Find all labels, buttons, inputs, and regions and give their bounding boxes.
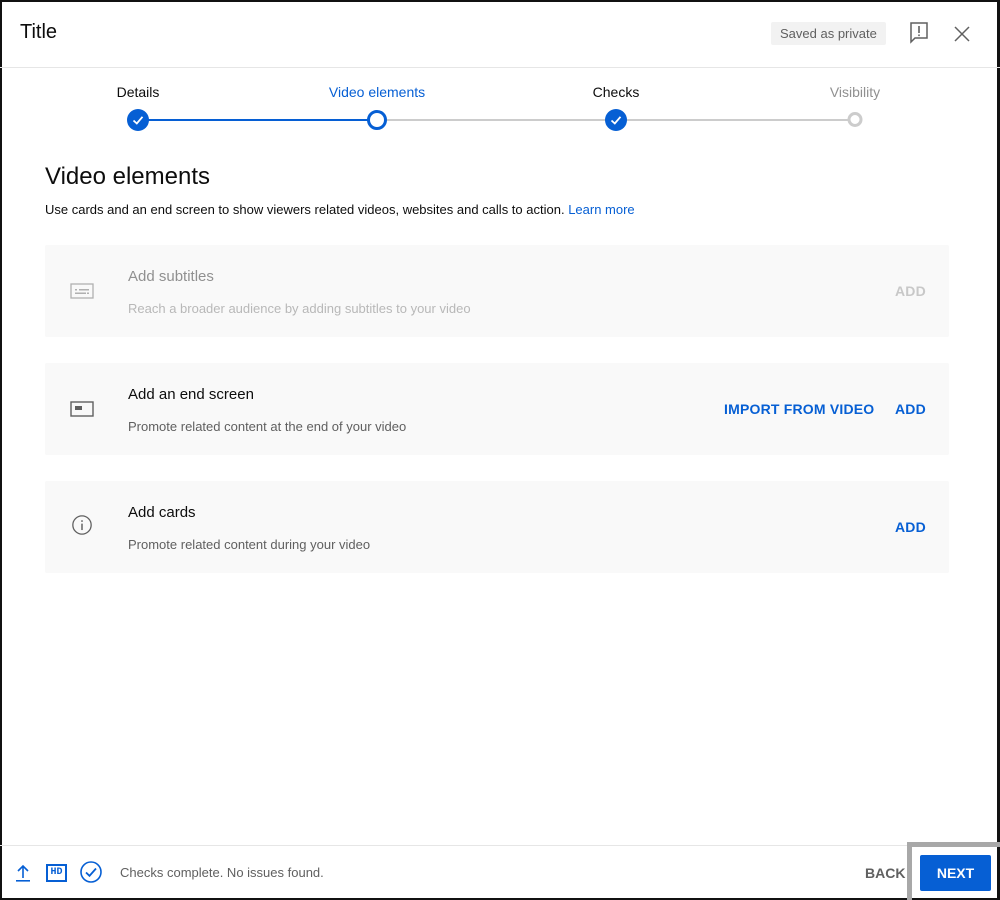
description-text: Use cards and an end screen to show view…: [45, 202, 565, 217]
step-dot-checks[interactable]: [605, 109, 627, 131]
card-title: Add subtitles: [128, 268, 214, 285]
step-dot-visibility[interactable]: [847, 112, 863, 127]
progress-stepper: Details Video elements Checks Visibility: [0, 68, 1000, 148]
saved-status-badge: Saved as private: [771, 22, 886, 45]
step-label-details[interactable]: Details: [117, 84, 160, 100]
step-dot-details[interactable]: [127, 109, 149, 131]
hd-icon: HD: [46, 864, 67, 882]
checks-status: Checks complete. No issues found.: [120, 865, 324, 880]
card-description: Reach a broader audience by adding subti…: [128, 301, 471, 316]
checkmark-icon: [132, 116, 144, 125]
subtitles-icon: [70, 283, 94, 299]
card-description: Promote related content at the end of yo…: [128, 419, 407, 434]
upload-icon: [16, 864, 30, 882]
step-label-checks[interactable]: Checks: [593, 84, 640, 100]
learn-more-link[interactable]: Learn more: [568, 202, 634, 217]
dialog-title: Title: [20, 21, 58, 43]
stepper-track-complete: [138, 119, 377, 121]
add-cards-button[interactable]: ADD: [895, 519, 926, 535]
back-button[interactable]: BACK: [865, 865, 905, 881]
add-end-screen-button[interactable]: ADD: [895, 401, 926, 417]
subtitles-card: Add subtitles Reach a broader audience b…: [45, 245, 949, 337]
step-dot-video-elements[interactable]: [367, 110, 387, 130]
step-label-visibility[interactable]: Visibility: [830, 84, 880, 100]
dialog-header: Title Saved as private: [0, 0, 1000, 68]
dialog-footer: HD Checks complete. No issues found. BAC…: [0, 842, 1000, 900]
feedback-icon[interactable]: [907, 20, 931, 46]
end-screen-card: Add an end screen Promote related conten…: [45, 363, 949, 455]
section-description: Use cards and an end screen to show view…: [45, 202, 635, 217]
checkmark-icon: [610, 116, 622, 125]
card-description: Promote related content during your vide…: [128, 537, 371, 552]
step-label-video-elements[interactable]: Video elements: [329, 84, 425, 100]
close-icon[interactable]: [950, 22, 974, 46]
import-from-video-button[interactable]: IMPORT FROM VIDEO: [724, 401, 874, 417]
end-screen-icon: [70, 401, 94, 417]
info-icon: [72, 515, 92, 535]
cards-card: Add cards Promote related content during…: [45, 481, 949, 573]
card-title: Add cards: [128, 504, 196, 521]
card-title: Add an end screen: [128, 386, 254, 403]
add-subtitles-button[interactable]: ADD: [895, 283, 926, 299]
check-circle-icon: [80, 861, 102, 883]
section-title: Video elements: [45, 163, 210, 190]
next-button[interactable]: NEXT: [920, 855, 991, 891]
